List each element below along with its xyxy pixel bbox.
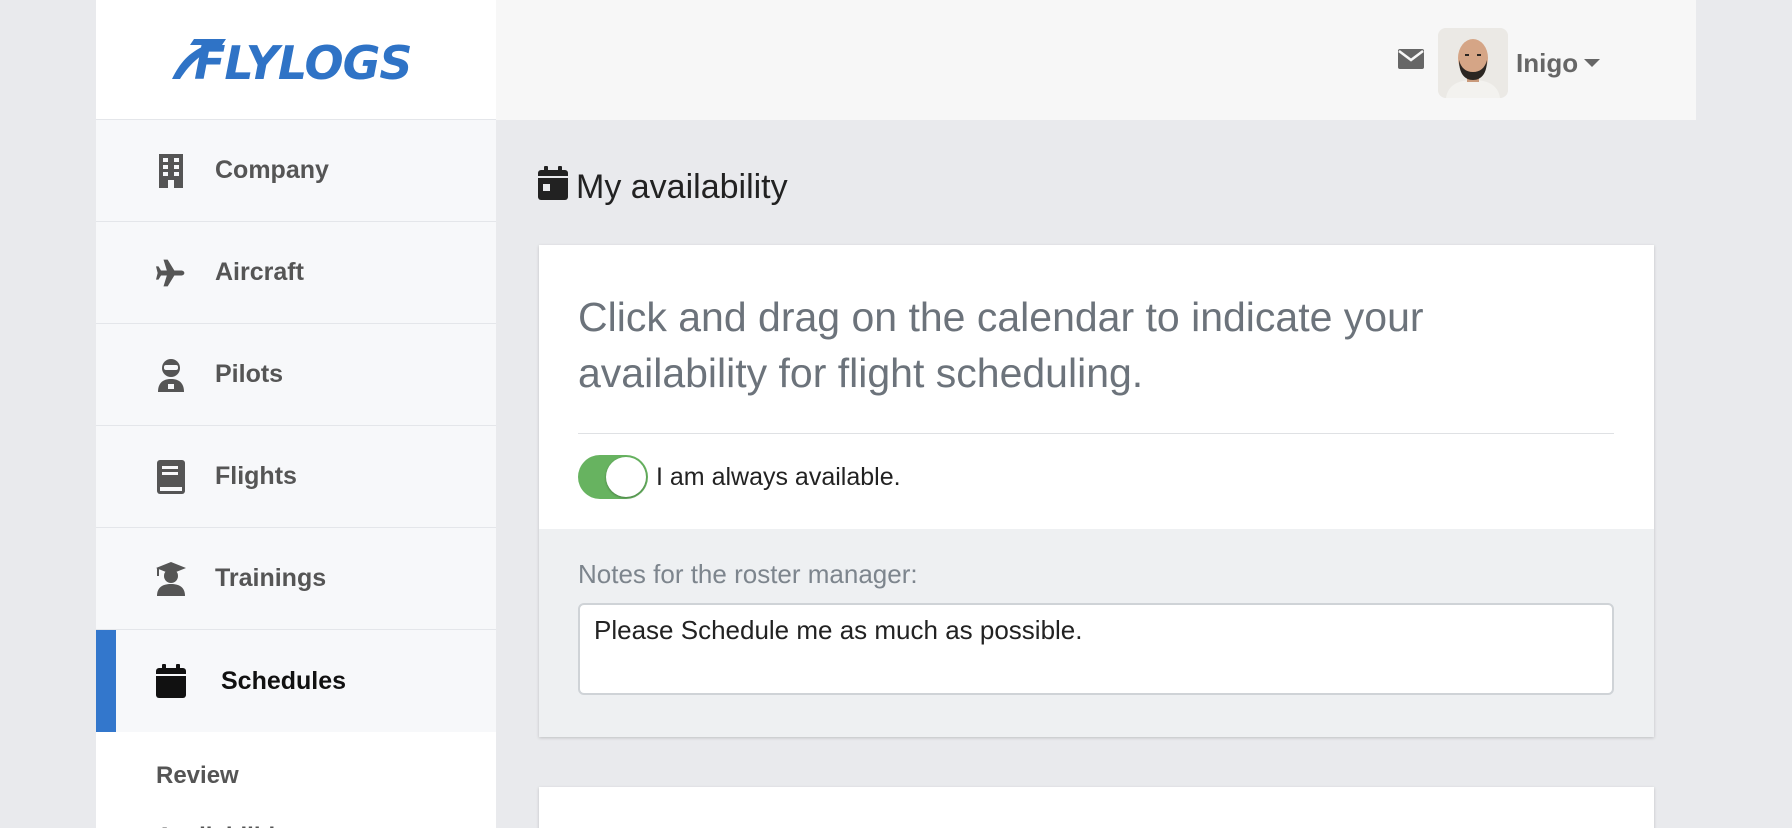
flylogs-logo: FLYLOGS	[172, 36, 413, 85]
logo[interactable]: FLYLOGS	[96, 0, 496, 120]
calendar-icon	[538, 166, 568, 208]
sidebar-item-aircraft[interactable]: Aircraft	[96, 222, 496, 324]
sidebar-item-label: Aircraft	[215, 258, 304, 286]
subnav-item-availabilities[interactable]: Availabilities	[96, 806, 496, 828]
building-icon	[156, 153, 186, 188]
divider	[578, 433, 1614, 434]
sidebar-item-label: Company	[215, 156, 329, 184]
calendar-card	[539, 787, 1654, 828]
sidebar-item-label: Trainings	[215, 564, 327, 592]
sidebar-item-company[interactable]: Company	[96, 120, 496, 222]
always-available-row: I am always available.	[578, 455, 901, 499]
sidebar-item-label: Pilots	[215, 360, 284, 388]
notes-label: Notes for the roster manager:	[578, 559, 918, 589]
top-navbar: Inigo	[496, 0, 1696, 120]
page-title: My availability	[538, 166, 788, 208]
sidebar-item-label: Flights	[215, 462, 297, 490]
pilot-icon	[156, 358, 186, 392]
page-title-text: My availability	[576, 167, 788, 206]
calendar-icon	[156, 664, 186, 698]
availability-card: Click and drag on the calendar to indica…	[539, 245, 1654, 737]
toggle-knob	[606, 457, 646, 497]
messages-button[interactable]	[1396, 46, 1426, 76]
logbook-icon	[156, 459, 186, 494]
sidebar-item-label: Schedules	[221, 666, 347, 695]
subnav-item-review[interactable]: Review	[96, 732, 496, 806]
app-root: FLYLOGS Company Aircraft Pilots Flights …	[96, 0, 1696, 828]
chevron-down-icon	[1584, 59, 1601, 67]
user-name: Inigo	[1516, 47, 1579, 78]
graduate-icon	[156, 561, 186, 596]
sidebar-nav: Company Aircraft Pilots Flights Training…	[96, 120, 496, 732]
schedules-subnav: Review Availabilities	[96, 732, 496, 828]
sidebar-item-pilots[interactable]: Pilots	[96, 324, 496, 426]
always-available-label: I am always available.	[656, 462, 901, 491]
instruction-text: Click and drag on the calendar to indica…	[578, 294, 1424, 396]
sidebar-item-trainings[interactable]: Trainings	[96, 528, 496, 630]
plane-icon	[156, 256, 186, 290]
sidebar: FLYLOGS Company Aircraft Pilots Flights …	[96, 0, 496, 828]
sidebar-item-schedules[interactable]: Schedules	[96, 630, 496, 732]
envelope-icon	[1398, 48, 1424, 74]
always-available-toggle[interactable]	[578, 455, 648, 499]
notes-section: Notes for the roster manager: Please Sch…	[539, 529, 1654, 737]
notes-textarea[interactable]: Please Schedule me as much as possible.	[578, 603, 1614, 695]
logo-text: FLYLOGS	[194, 36, 412, 85]
avatar	[1438, 28, 1508, 98]
sidebar-item-flights[interactable]: Flights	[96, 426, 496, 528]
user-menu-toggle[interactable]: Inigo	[1438, 28, 1601, 98]
